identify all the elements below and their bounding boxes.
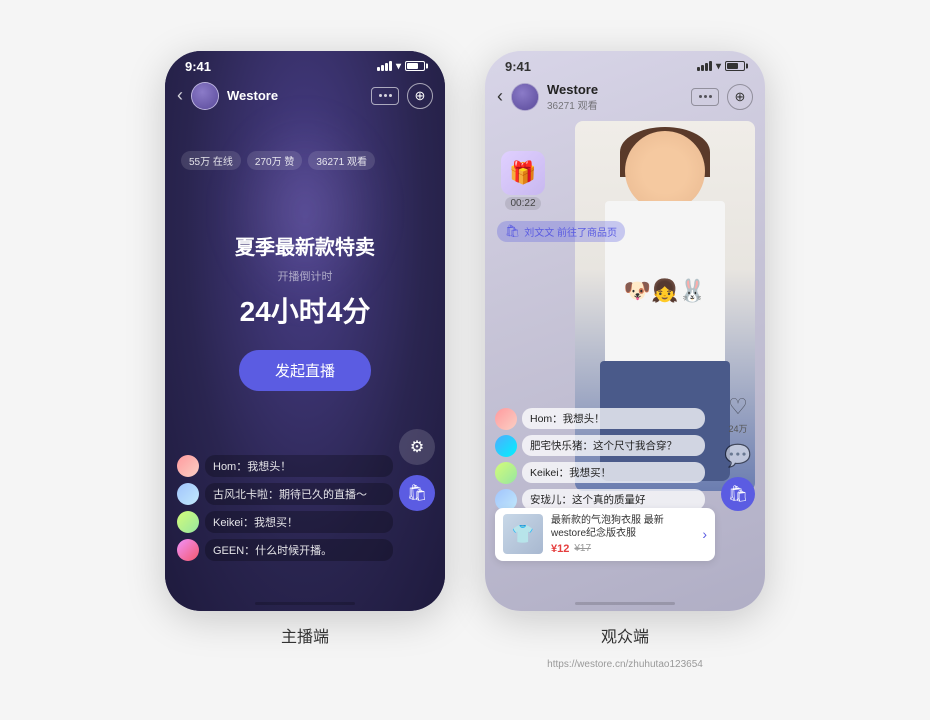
viewer-channel-avatar [511,83,539,111]
viewer-phone: 🐶👧🐰 9:41 ▾ [485,51,765,611]
bag-icon: 🛍 [505,224,520,238]
comment-text: Keikei：我想买！ [522,462,705,483]
host-battery-icon [405,61,425,71]
list-item: GEEN：什么时候开播。 [177,539,393,561]
host-label: 主播端 [281,623,329,647]
host-nav-actions: ⊕ [371,83,433,109]
host-shop-button[interactable]: 🛍 [399,475,435,511]
viewer-status-bar: 9:41 ▾ [485,51,765,78]
viewer-home-indicator [575,602,675,605]
system-message: 🛍 刘文文 前往了商品页 [497,221,625,242]
product-info: 最新款的气泡狗衣服 最新westore纪念版衣服 ¥12 ¥17 [551,514,694,555]
product-thumbnail: 👕 [503,514,543,554]
viewer-more-button[interactable] [691,88,719,106]
host-countdown-value: 24小时4分 [165,290,445,330]
host-channel-avatar [191,82,219,110]
viewer-nav-actions: ⊕ [691,84,753,110]
comment-text: Keikei：我想买！ [205,511,393,533]
viewer-phone-wrapper: 🐶👧🐰 9:41 ▾ [485,51,765,670]
comment-text: Hom：我想头！ [205,455,393,477]
viewer-header: 9:41 ▾ ‹ [485,51,765,116]
host-channel-name: Westore [227,88,363,103]
product-name: 最新款的气泡狗衣服 最新westore纪念版衣服 [551,514,694,540]
comment-text: 安珑儿：这个真的质量好 [522,489,705,510]
viewer-nav-bar: ‹ Westore 36271 观看 ⊕ [485,78,765,116]
list-item: 古风北卡啦：期待已久的直播～ [177,483,393,505]
viewer-shop-button[interactable]: 🛍 [721,477,755,511]
viewer-heart-button[interactable]: ♡ 24万 [728,394,748,435]
viewer-channel-info: Westore 36271 观看 [547,82,683,112]
heart-icon: ♡ [728,394,748,420]
viewer-sub-label: https://westore.cn/zhuhutao123654 [547,659,703,670]
viewer-back-button[interactable]: ‹ [497,86,503,107]
list-item: Hom：我想头！ [495,408,705,430]
host-time: 9:41 [185,59,211,74]
avatar [177,455,199,477]
product-original-price: ¥17 [574,543,591,554]
host-likes-count: 270万 赞 [247,151,302,170]
product-price-row: ¥12 ¥17 [551,543,694,555]
list-item: 肥宅快乐猪：这个尺寸我合穿？ [495,435,705,457]
host-start-button[interactable]: 发起直播 [239,350,371,391]
viewer-wifi-icon: ▾ [716,61,721,72]
system-msg-text: 刘文文 前往了商品页 [524,224,617,239]
host-side-buttons: ⚙ 🛍 [399,429,435,511]
viewer-battery-icon [725,61,745,71]
host-gear-button[interactable]: ⚙ [399,429,435,465]
avatar [495,462,517,484]
viewer-side-buttons: ♡ 24万 💬 🛍 [721,394,755,511]
viewer-time: 9:41 [505,59,531,74]
list-item: Keikei：我想买！ [495,462,705,484]
host-online-count: 55万 在线 [181,151,241,170]
girl-head [625,131,705,211]
avatar [495,408,517,430]
viewer-product-card[interactable]: 👕 最新款的气泡狗衣服 最新westore纪念版衣服 ¥12 ¥17 › [495,508,715,561]
host-nav-bar: ‹ Westore ⊕ [165,78,445,114]
avatar [177,483,199,505]
viewer-gift-area[interactable]: 🎁 00:22 [501,151,545,210]
heart-count: 24万 [728,422,747,435]
host-home-indicator [255,602,355,605]
comment-text: GEEN：什么时候开播。 [205,539,393,561]
viewer-comment-button[interactable]: 💬 [724,443,751,469]
host-signal-icon [377,61,392,71]
avatar [177,511,199,533]
host-status-icons: ▾ [377,61,425,72]
comment-text: Hom：我想头！ [522,408,705,429]
viewer-status-icons: ▾ [697,61,745,72]
host-comments-area: Hom：我想头！ 古风北卡啦：期待已久的直播～ Keikei：我想买！ GEEN… [165,455,405,561]
list-item: Keikei：我想买！ [177,511,393,533]
host-more-button[interactable] [371,87,399,105]
viewer-share-button[interactable]: ⊕ [727,84,753,110]
viewer-signal-icon [697,61,712,71]
host-phone: 9:41 ▾ [165,51,445,611]
host-status-bar: 9:41 ▾ [165,51,445,78]
product-current-price: ¥12 [551,543,569,555]
viewer-channel-name: Westore [547,82,683,97]
host-stats-bar: 55万 在线 270万 赞 36271 观看 [165,151,445,170]
avatar [177,539,199,561]
comment-text: 古风北卡啦：期待已久的直播～ [205,483,393,505]
host-main-content: 夏季最新款特卖 开播倒计时 24小时4分 发起直播 [165,231,445,391]
viewer-label: 观众端 [601,623,649,647]
host-stream-title: 夏季最新款特卖 [165,231,445,260]
host-channel-info: Westore [227,88,363,103]
host-header: 9:41 ▾ [165,51,445,114]
host-countdown-label: 开播倒计时 [165,268,445,284]
host-settings-button[interactable]: ⊕ [407,83,433,109]
comment-text: 肥宅快乐猪：这个尺寸我合穿？ [522,435,705,456]
host-wifi-icon: ▾ [396,61,401,72]
host-phone-wrapper: 9:41 ▾ [165,51,445,647]
gift-icon: 🎁 [501,151,545,195]
gift-timer: 00:22 [505,197,540,210]
viewer-comments-area: Hom：我想头！ 肥宅快乐猪：这个尺寸我合穿？ Keikei：我想买！ 安珑儿：… [485,408,715,511]
host-views-count: 36271 观看 [308,151,375,170]
product-arrow-icon: › [702,526,707,542]
host-back-button[interactable]: ‹ [177,85,183,106]
list-item: Hom：我想头！ [177,455,393,477]
viewer-count: 36271 观看 [547,97,683,112]
viewer-system-msg-area: 🛍 刘文文 前往了商品页 [497,221,625,244]
avatar [495,435,517,457]
